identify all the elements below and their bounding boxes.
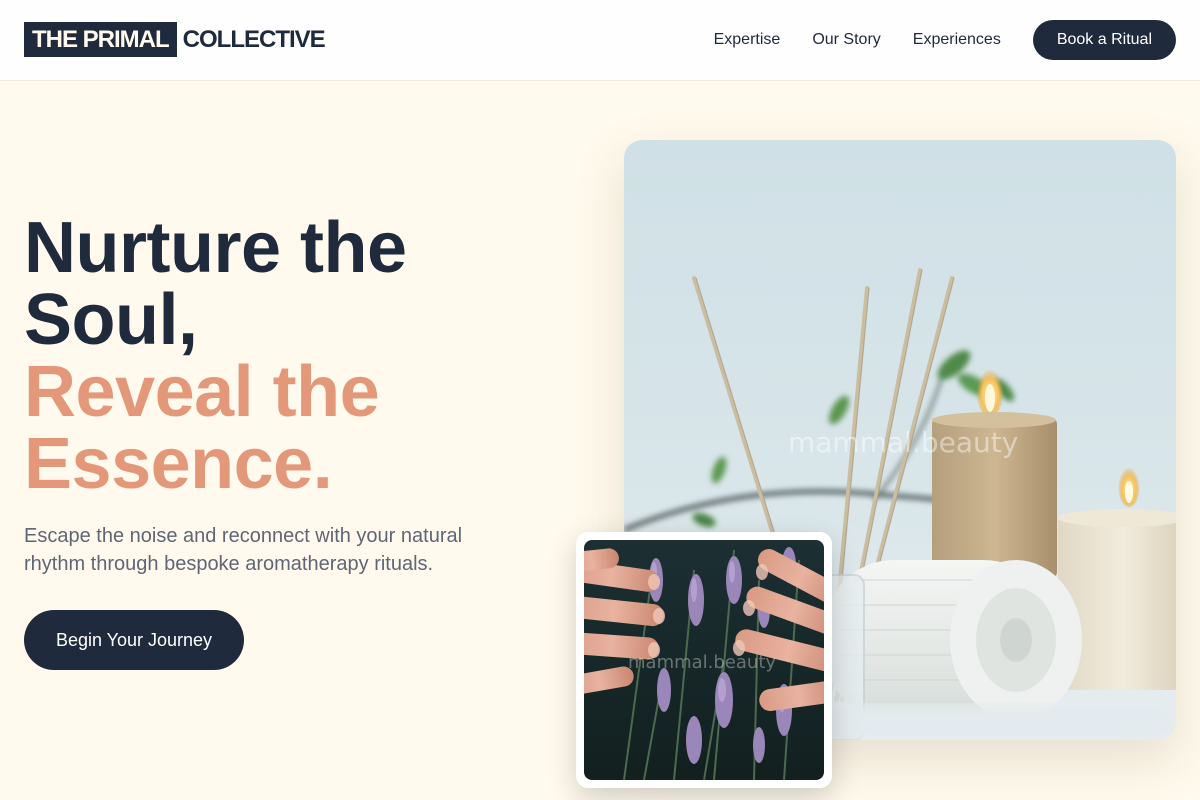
- hero-title-line-1: Nurture the: [24, 208, 407, 288]
- nav-link-our-story[interactable]: Our Story: [812, 31, 880, 49]
- logo-text: COLLECTIVE: [182, 26, 326, 53]
- hero-title-accent-line-2: Essence.: [24, 424, 333, 504]
- logo-highlight: THE PRIMAL: [24, 22, 177, 57]
- nav-link-experiences[interactable]: Experiences: [913, 31, 1001, 49]
- brand-logo[interactable]: THE PRIMAL COLLECTIVE: [24, 22, 326, 57]
- hero-title-accent-line-1: Reveal the: [24, 352, 380, 432]
- secondary-image-card: mammal.beauty: [576, 532, 832, 788]
- hero-subtitle: Escape the noise and reconnect with your…: [24, 525, 463, 575]
- secondary-image-watermark: mammal.beauty: [628, 652, 777, 673]
- site-header: THE PRIMAL COLLECTIVE Expertise Our Stor…: [0, 0, 1200, 81]
- hero-title-line-2: Soul,: [24, 280, 198, 360]
- hero-title: Nurture the Soul, Reveal the Essence.: [24, 212, 544, 500]
- begin-journey-button[interactable]: Begin Your Journey: [24, 610, 244, 670]
- main-image-watermark: mammal.beauty: [788, 426, 1019, 459]
- main-nav: Expertise Our Story Experiences Book a R…: [714, 20, 1176, 60]
- secondary-image: mammal.beauty: [584, 540, 824, 780]
- book-ritual-button[interactable]: Book a Ritual: [1032, 20, 1176, 60]
- nav-link-expertise[interactable]: Expertise: [714, 31, 781, 49]
- hands-lavender-photo: mammal.beauty: [584, 540, 824, 780]
